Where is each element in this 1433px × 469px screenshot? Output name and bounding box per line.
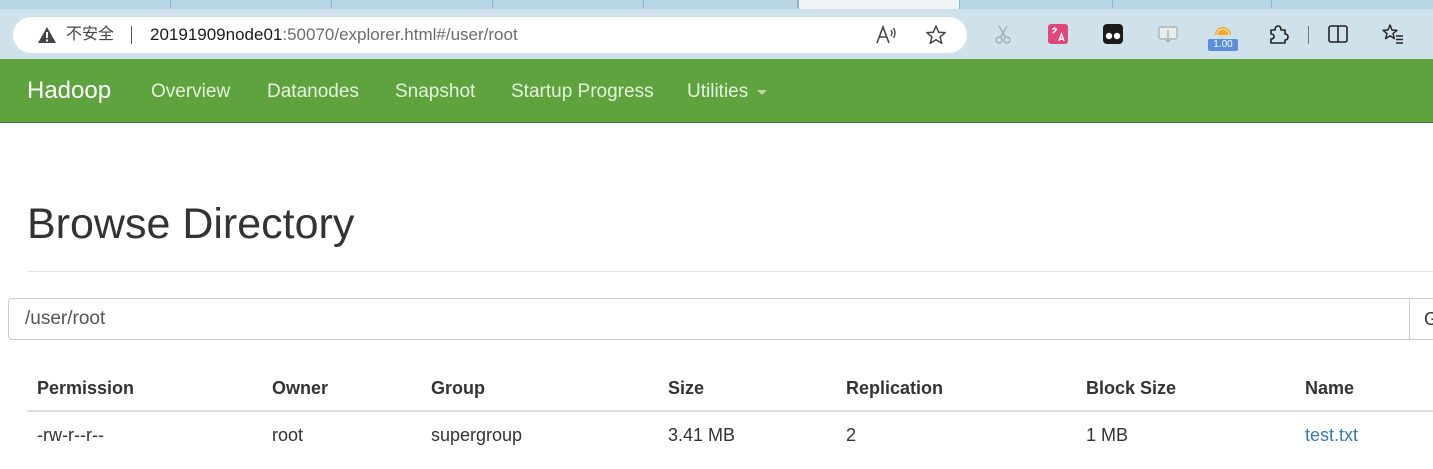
column-header-owner[interactable]: Owner: [272, 377, 328, 399]
cell-block-size: 1 MB: [1086, 425, 1129, 445]
column-header-size[interactable]: Size: [668, 377, 704, 399]
toolbar-divider: [1308, 26, 1309, 44]
browser-tab[interactable]: [171, 0, 332, 8]
security-label[interactable]: 不安全: [66, 25, 114, 45]
nav-utilities-dropdown[interactable]: Utilities: [687, 81, 748, 103]
browser-tab[interactable]: [332, 0, 493, 8]
column-header-replication[interactable]: Replication: [846, 377, 943, 399]
url-host: 20191909node01: [150, 25, 283, 44]
caret-down-icon[interactable]: [757, 90, 767, 95]
table-header-divider: [27, 410, 1433, 412]
browser-tab-strip: [0, 0, 1433, 9]
title-divider: [27, 271, 1433, 272]
extensions-puzzle-icon[interactable]: [1267, 23, 1289, 45]
cell-owner: root: [272, 425, 304, 445]
cell-permission: -rw-r--r--: [37, 425, 104, 445]
favorites-list-icon[interactable]: [1382, 23, 1404, 45]
file-name-link[interactable]: test.txt: [1305, 424, 1358, 446]
nav-snapshot[interactable]: Snapshot: [395, 81, 475, 103]
download-extension-icon[interactable]: [1157, 23, 1179, 45]
nav-datanodes[interactable]: Datanodes: [267, 81, 359, 103]
scissors-extension-icon[interactable]: [992, 23, 1014, 45]
tampermonkey-extension-icon[interactable]: [1102, 23, 1124, 45]
browser-tab[interactable]: [960, 0, 1113, 8]
translate-extension-icon[interactable]: [1047, 23, 1069, 45]
url-path: :50070/explorer.html#/user/root: [282, 25, 518, 44]
column-header-name[interactable]: Name: [1305, 377, 1354, 399]
cell-replication: 2: [846, 425, 857, 445]
hadoop-navbar: Hadoop Overview Datanodes Snapshot Start…: [0, 59, 1433, 123]
browser-tab[interactable]: [644, 0, 798, 8]
browser-tab[interactable]: [493, 0, 644, 8]
column-header-group[interactable]: Group: [431, 377, 485, 399]
page-title: Browse Directory: [27, 200, 355, 248]
brand-link[interactable]: Hadoop: [27, 78, 111, 104]
warning-icon[interactable]: [37, 26, 57, 44]
nav-overview[interactable]: Overview: [151, 81, 230, 103]
weather-extension-icon[interactable]: [1212, 19, 1234, 41]
browser-toolbar: 不安全 20191909node01:50070/explorer.html#/…: [0, 9, 1433, 59]
nav-startup-progress[interactable]: Startup Progress: [511, 81, 654, 103]
favorite-star-icon[interactable]: [925, 24, 947, 46]
cell-group: supergroup: [431, 425, 523, 445]
url-text[interactable]: 20191909node01:50070/explorer.html#/user…: [150, 25, 518, 45]
split-screen-icon[interactable]: [1327, 23, 1349, 45]
address-divider: [131, 26, 132, 44]
cell-size: 3.41 MB: [668, 425, 736, 445]
browser-tab[interactable]: [0, 0, 171, 8]
browser-tab-active[interactable]: [798, 0, 960, 9]
read-aloud-icon[interactable]: [875, 25, 897, 45]
column-header-permission[interactable]: Permission: [37, 377, 134, 399]
column-header-block-size[interactable]: Block Size: [1086, 377, 1176, 399]
weather-extension-badge: 1.00: [1208, 39, 1238, 51]
browser-tab[interactable]: [1113, 0, 1272, 8]
address-bar[interactable]: 不安全 20191909node01:50070/explorer.html#/…: [13, 17, 967, 53]
go-button[interactable]: Go: [1409, 298, 1433, 340]
directory-path-input[interactable]: [8, 298, 1410, 340]
